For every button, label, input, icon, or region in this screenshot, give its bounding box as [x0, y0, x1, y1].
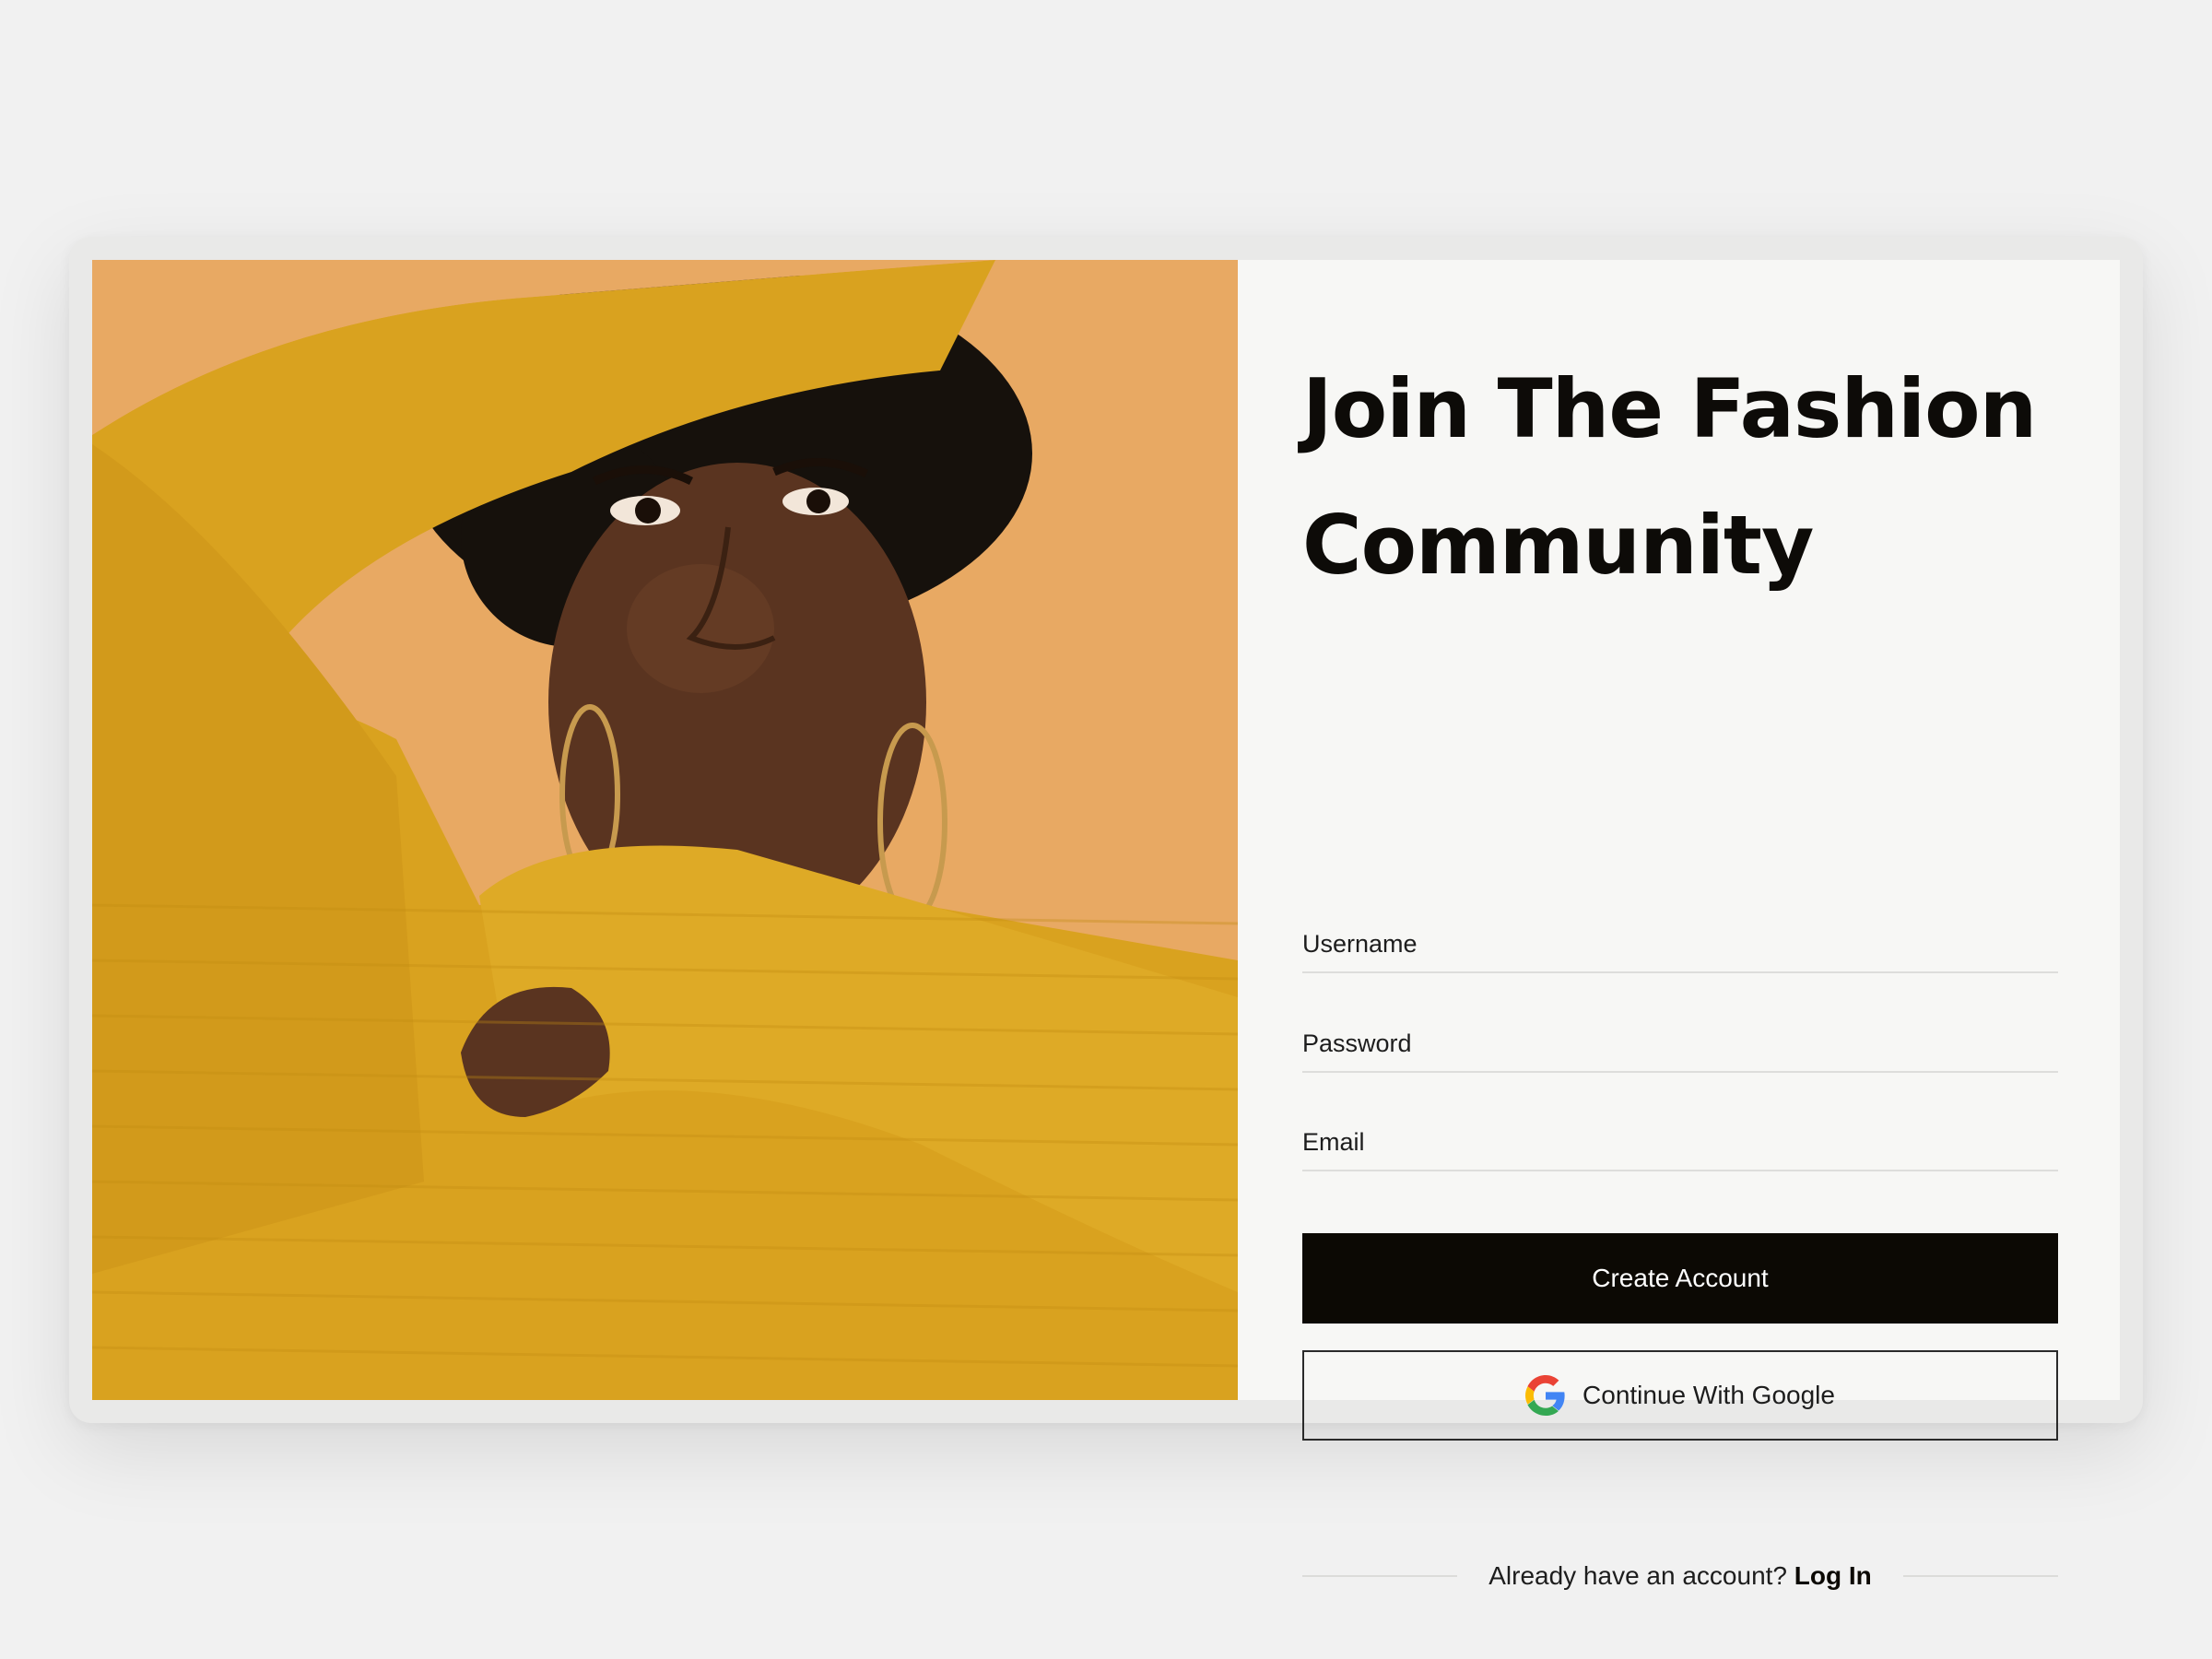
- email-input[interactable]: [1302, 1103, 2058, 1170]
- create-account-label: Create Account: [1592, 1264, 1769, 1292]
- continue-with-google-button[interactable]: Continue With Google: [1302, 1350, 2058, 1441]
- login-link[interactable]: Log In: [1794, 1561, 1872, 1590]
- username-field-wrapper: [1302, 905, 2058, 973]
- login-prompt-row: Already have an account? Log In: [1302, 1553, 2058, 1599]
- portrait-illustration: [92, 260, 1238, 1400]
- password-input[interactable]: [1302, 1005, 2058, 1071]
- username-input[interactable]: [1302, 905, 2058, 971]
- hero-photo: [92, 260, 1238, 1400]
- google-icon: [1525, 1375, 1565, 1416]
- divider-left: [1302, 1575, 1457, 1577]
- page-title: Join The Fashion Community: [1302, 361, 2037, 593]
- signup-form: Join The Fashion Community Create Accoun…: [1238, 260, 2120, 1590]
- login-prompt-text: Already have an account?: [1488, 1561, 1787, 1590]
- email-field-wrapper: [1302, 1103, 2058, 1171]
- login-prompt: Already have an account? Log In: [1488, 1561, 1872, 1591]
- google-button-label: Continue With Google: [1583, 1381, 1835, 1409]
- password-field-wrapper: [1302, 1005, 2058, 1073]
- signup-card: Join The Fashion Community Create Accoun…: [92, 260, 2120, 1590]
- create-account-button[interactable]: Create Account: [1302, 1233, 2058, 1324]
- divider-right: [1902, 1575, 2058, 1577]
